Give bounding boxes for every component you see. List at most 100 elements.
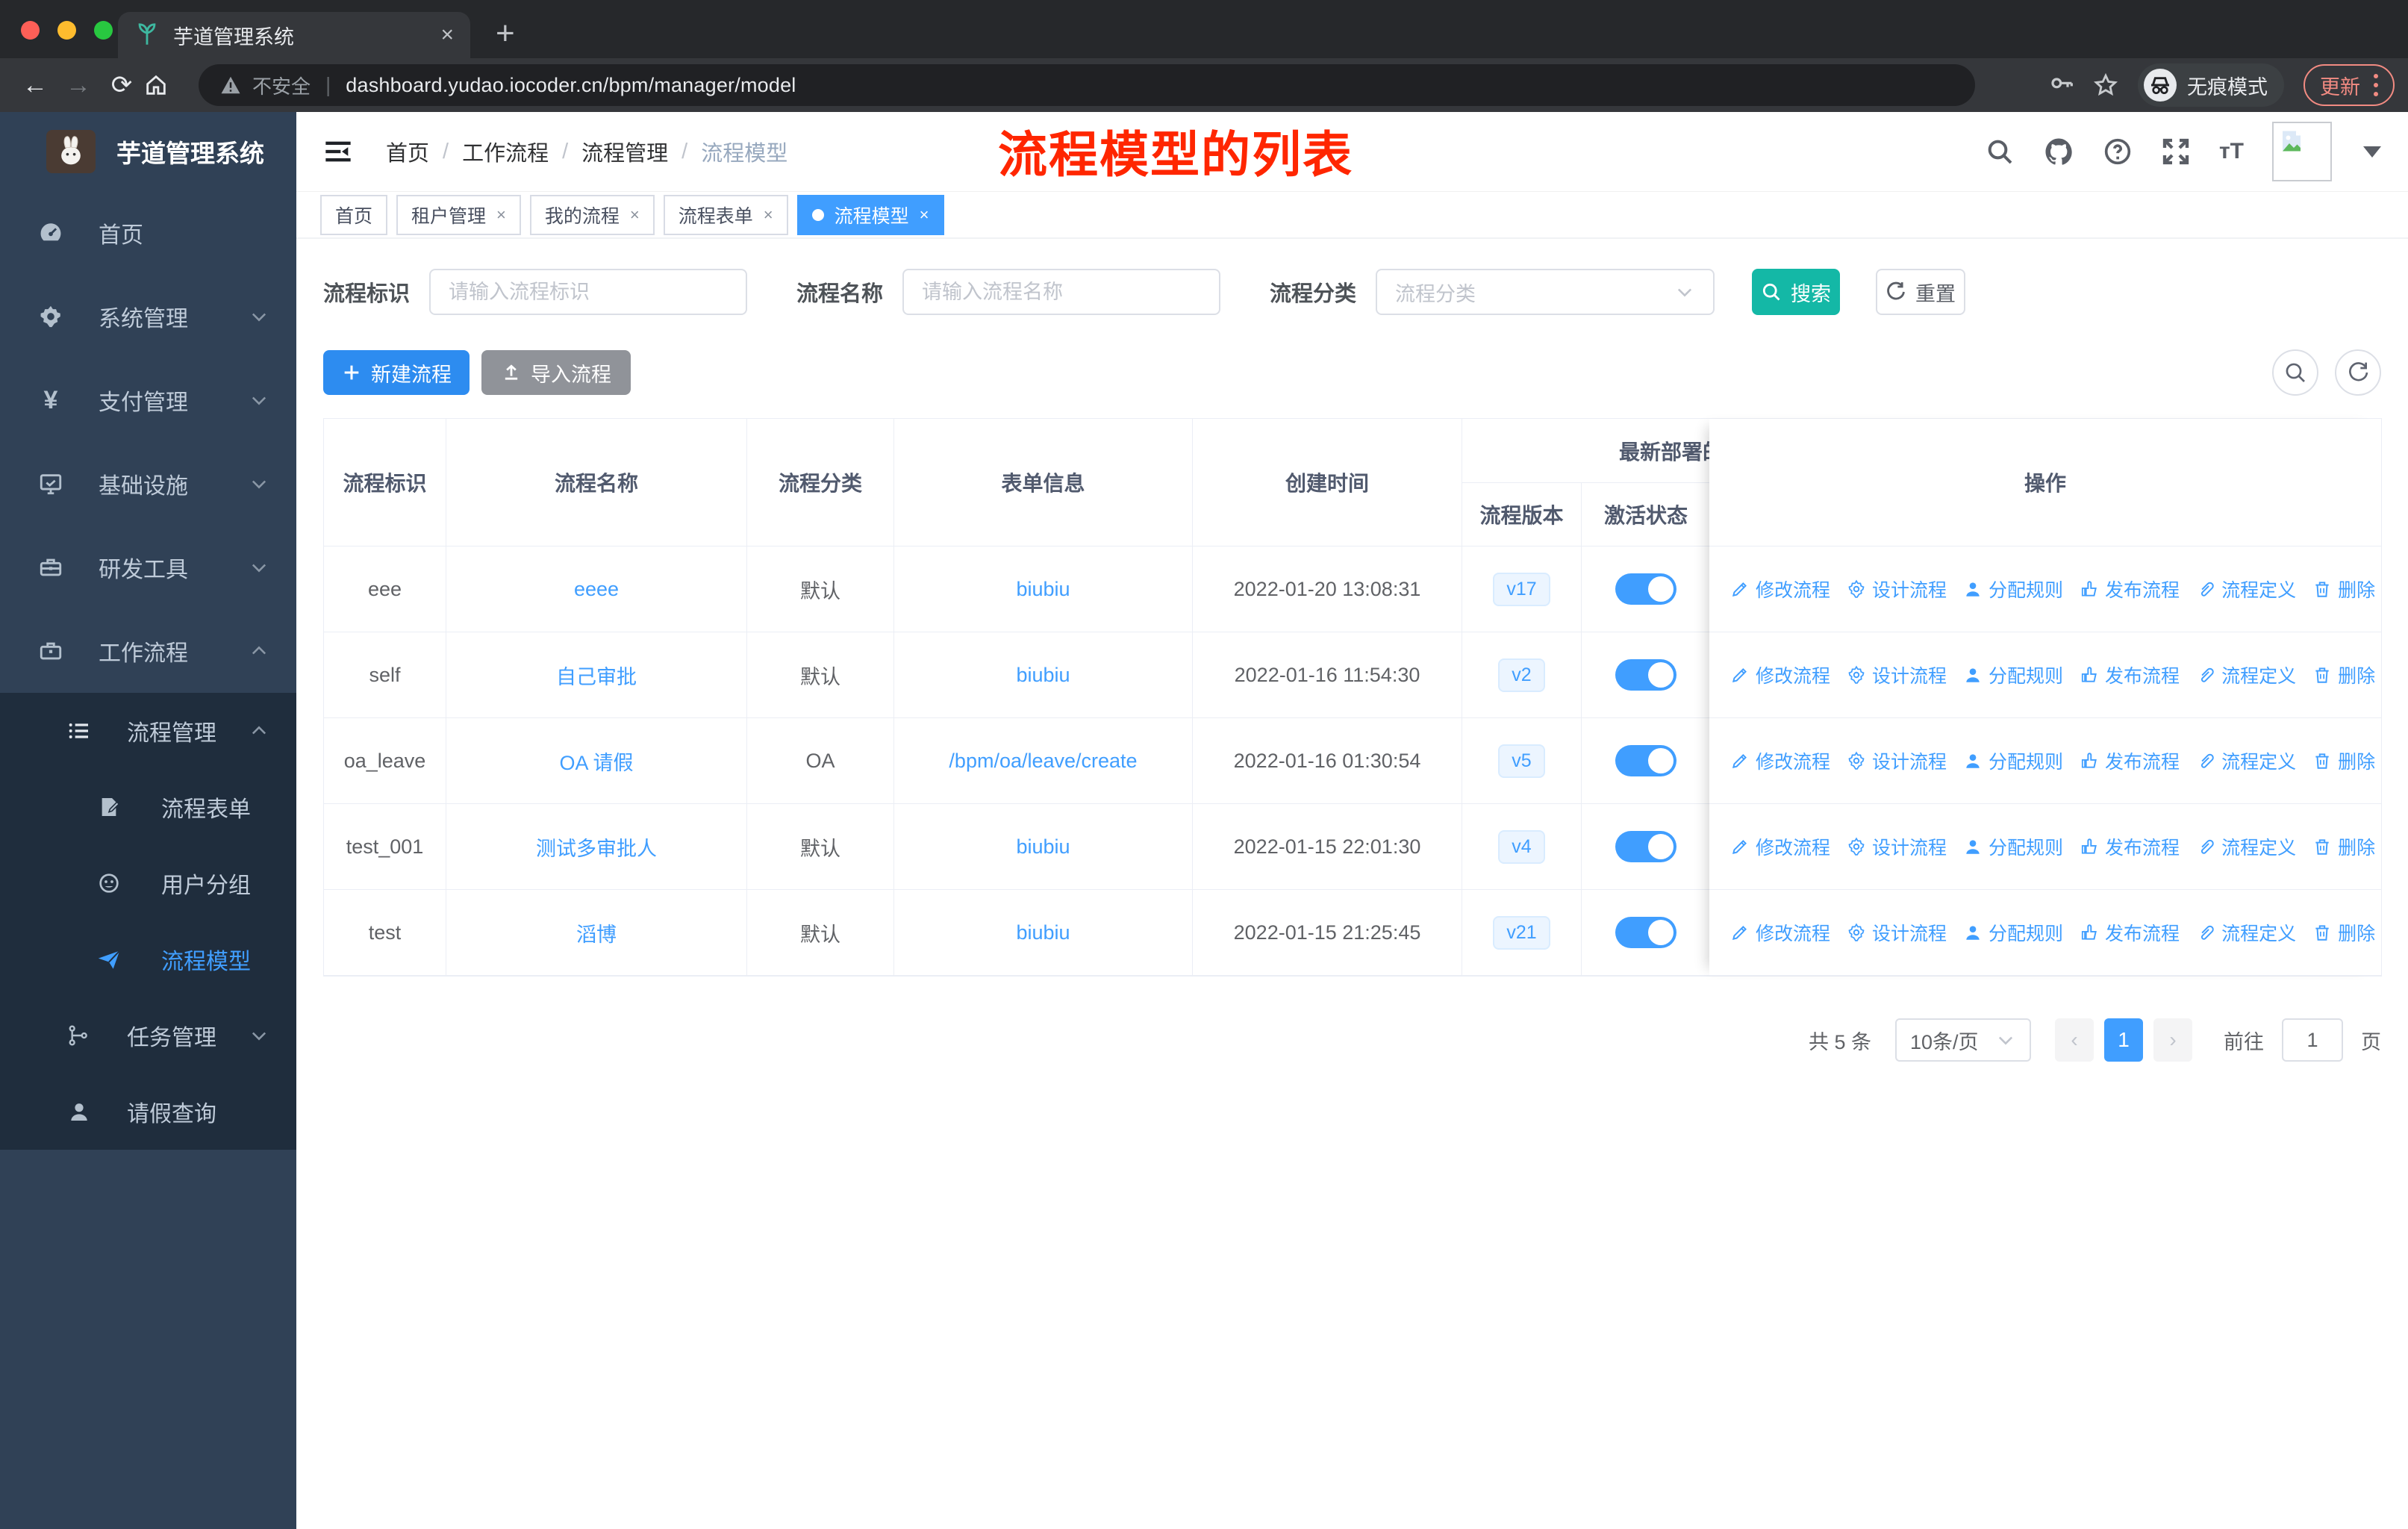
help-icon[interactable] xyxy=(2103,137,2133,166)
key-icon[interactable] xyxy=(2050,73,2074,97)
process-name-link[interactable]: 滔博 xyxy=(576,918,617,947)
create-process-button[interactable]: 新建流程 xyxy=(323,350,470,395)
view-tag-0[interactable]: 首页 xyxy=(320,194,388,235)
view-tag-2[interactable]: 我的流程 × xyxy=(529,194,655,235)
action-design-gear-link[interactable]: 设计流程 xyxy=(1847,747,1947,774)
form-info-link[interactable]: /bpm/oa/leave/create xyxy=(949,750,1137,773)
version-badge[interactable]: v2 xyxy=(1498,658,1545,692)
url-text[interactable]: dashboard.yudao.iocoder.cn/bpm/manager/m… xyxy=(346,74,796,97)
action-delete-link[interactable]: 删除 xyxy=(2312,747,2375,774)
security-label[interactable]: 不安全 xyxy=(252,72,311,99)
action-delete-link[interactable]: 删除 xyxy=(2312,833,2375,860)
process-id-input[interactable] xyxy=(429,269,748,315)
sidebar-subitem-2[interactable]: 用户分组 xyxy=(0,845,296,921)
action-publish-link[interactable]: 发布流程 xyxy=(2080,919,2180,946)
action-design-gear-link[interactable]: 设计流程 xyxy=(1847,833,1947,860)
version-badge[interactable]: v4 xyxy=(1498,829,1545,864)
action-delete-link[interactable]: 删除 xyxy=(2312,576,2375,602)
action-design-gear-link[interactable]: 设计流程 xyxy=(1847,576,1947,602)
action-definition-clip-link[interactable]: 流程定义 xyxy=(2196,919,2296,946)
sidebar-subitem-4[interactable]: 任务管理 xyxy=(0,997,296,1074)
process-name-link[interactable]: OA 请假 xyxy=(559,747,633,776)
tag-close-icon[interactable]: × xyxy=(920,205,929,225)
close-window-button[interactable] xyxy=(21,21,40,40)
browser-update-button[interactable]: 更新 xyxy=(2303,64,2395,106)
action-definition-clip-link[interactable]: 流程定义 xyxy=(2196,661,2296,688)
action-delete-link[interactable]: 删除 xyxy=(2312,661,2375,688)
active-toggle[interactable] xyxy=(1615,573,1676,605)
action-assign-user-link[interactable]: 分配规则 xyxy=(1963,576,2063,602)
avatar-caret-icon[interactable] xyxy=(2363,146,2381,158)
browser-tab[interactable]: 芋道管理系统 × xyxy=(118,12,470,58)
action-edit-link[interactable]: 修改流程 xyxy=(1730,919,1830,946)
action-edit-link[interactable]: 修改流程 xyxy=(1730,747,1830,774)
reset-button[interactable]: 重置 xyxy=(1876,269,1966,315)
breadcrumb-item-2[interactable]: 流程管理 xyxy=(581,136,668,167)
action-edit-link[interactable]: 修改流程 xyxy=(1730,833,1830,860)
sidebar-subitem-0[interactable]: 流程管理 xyxy=(0,693,296,769)
action-definition-clip-link[interactable]: 流程定义 xyxy=(2196,833,2296,860)
forward-icon[interactable]: → xyxy=(57,71,100,100)
search-icon[interactable] xyxy=(1985,137,2015,166)
back-icon[interactable]: ← xyxy=(13,71,57,100)
new-tab-button[interactable]: + xyxy=(496,15,515,52)
address-bar[interactable]: 不安全 | dashboard.yudao.iocoder.cn/bpm/man… xyxy=(199,64,1975,106)
font-size-icon[interactable]: тT xyxy=(2219,139,2244,164)
page-number-button[interactable]: 1 xyxy=(2104,1018,2143,1062)
tag-close-icon[interactable]: × xyxy=(764,205,773,225)
fullscreen-icon[interactable] xyxy=(2161,137,2191,166)
sidebar-item-2[interactable]: ¥ 支付管理 xyxy=(0,358,296,442)
sidebar-item-5[interactable]: 工作流程 xyxy=(0,609,296,693)
action-definition-clip-link[interactable]: 流程定义 xyxy=(2196,576,2296,602)
action-assign-user-link[interactable]: 分配规则 xyxy=(1963,833,2063,860)
home-icon[interactable] xyxy=(143,72,187,98)
security-warning-icon[interactable] xyxy=(219,74,242,96)
maximize-window-button[interactable] xyxy=(94,21,113,40)
process-name-link[interactable]: 自己审批 xyxy=(556,661,637,690)
version-badge[interactable]: v21 xyxy=(1493,915,1550,950)
bookmark-star-icon[interactable] xyxy=(2093,72,2118,98)
action-design-gear-link[interactable]: 设计流程 xyxy=(1847,661,1947,688)
active-toggle[interactable] xyxy=(1615,917,1676,948)
app-logo[interactable]: 芋道管理系统 xyxy=(0,112,296,191)
refresh-table-button[interactable] xyxy=(2335,349,2381,396)
process-name-input[interactable] xyxy=(902,269,1221,315)
action-edit-link[interactable]: 修改流程 xyxy=(1730,576,1830,602)
version-badge[interactable]: v5 xyxy=(1498,744,1545,778)
process-name-link[interactable]: eeee xyxy=(574,578,619,601)
github-icon[interactable] xyxy=(2043,136,2074,167)
import-process-button[interactable]: 导入流程 xyxy=(481,350,631,395)
active-toggle[interactable] xyxy=(1615,745,1676,776)
view-tag-3[interactable]: 流程表单 × xyxy=(663,194,788,235)
action-design-gear-link[interactable]: 设计流程 xyxy=(1847,919,1947,946)
reload-icon[interactable]: ⟳ xyxy=(100,70,143,100)
action-publish-link[interactable]: 发布流程 xyxy=(2080,747,2180,774)
action-assign-user-link[interactable]: 分配规则 xyxy=(1963,661,2063,688)
sidebar-subitem-1[interactable]: 流程表单 xyxy=(0,769,296,845)
action-assign-user-link[interactable]: 分配规则 xyxy=(1963,747,2063,774)
sidebar-subitem-3[interactable]: 流程模型 xyxy=(0,921,296,997)
sidebar-item-3[interactable]: 基础设施 xyxy=(0,442,296,526)
form-info-link[interactable]: biubiu xyxy=(1016,921,1070,944)
next-page-button[interactable]: › xyxy=(2153,1018,2192,1062)
active-toggle[interactable] xyxy=(1615,659,1676,691)
action-assign-user-link[interactable]: 分配规则 xyxy=(1963,919,2063,946)
sidebar-item-0[interactable]: 首页 xyxy=(0,191,296,275)
form-info-link[interactable]: biubiu xyxy=(1016,578,1070,601)
active-toggle[interactable] xyxy=(1615,831,1676,862)
action-edit-link[interactable]: 修改流程 xyxy=(1730,661,1830,688)
action-publish-link[interactable]: 发布流程 xyxy=(2080,576,2180,602)
browser-menu-icon[interactable] xyxy=(2374,74,2378,96)
minimize-window-button[interactable] xyxy=(57,21,76,40)
action-publish-link[interactable]: 发布流程 xyxy=(2080,833,2180,860)
action-definition-clip-link[interactable]: 流程定义 xyxy=(2196,747,2296,774)
process-category-select[interactable]: 流程分类 xyxy=(1376,269,1715,315)
action-publish-link[interactable]: 发布流程 xyxy=(2080,661,2180,688)
tag-close-icon[interactable]: × xyxy=(630,205,640,225)
breadcrumb-item-0[interactable]: 首页 xyxy=(386,136,429,167)
search-button[interactable]: 搜索 xyxy=(1752,269,1841,315)
avatar-broken-image[interactable] xyxy=(2272,122,2332,181)
tag-close-icon[interactable]: × xyxy=(496,205,506,225)
sidebar-item-1[interactable]: 系统管理 xyxy=(0,275,296,358)
sidebar-subitem-5[interactable]: 请假查询 xyxy=(0,1074,296,1150)
